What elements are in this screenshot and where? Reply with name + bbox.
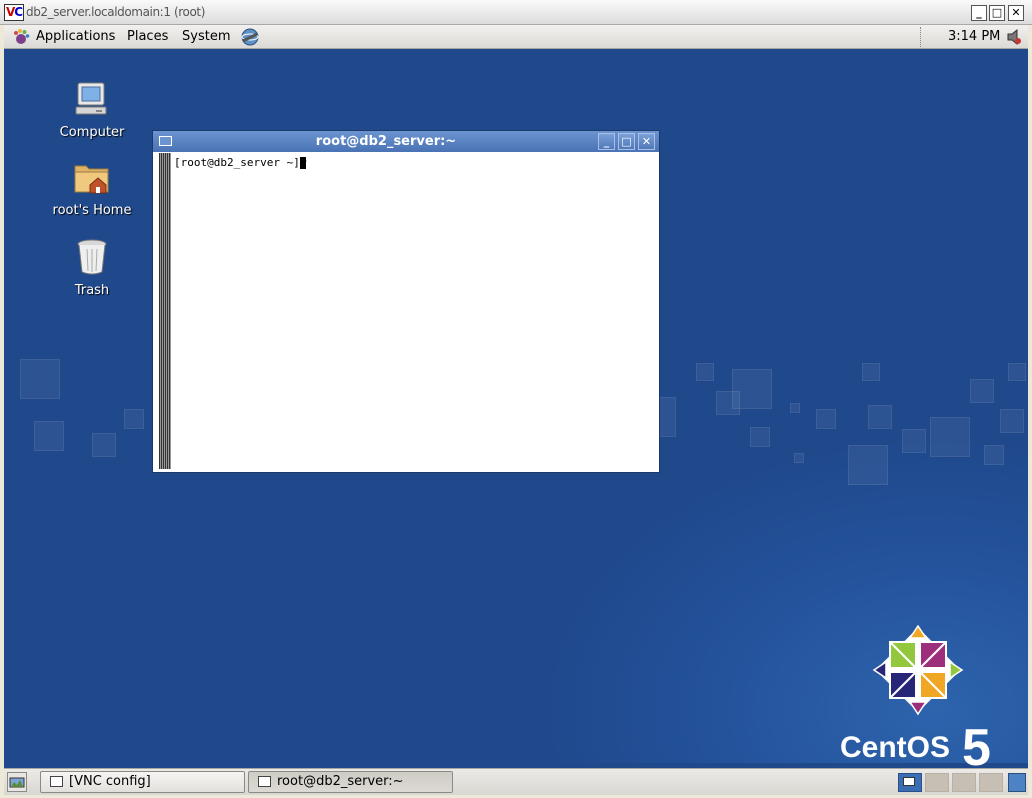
desktop-icon-trash[interactable]: Trash (42, 237, 142, 298)
task-label: root@db2_server:~ (277, 774, 404, 789)
centos-wordmark: CentOS (840, 731, 950, 764)
desktop-icon-label: Trash (74, 283, 110, 298)
terminal-minimize-button[interactable]: _ (598, 133, 615, 150)
window-icon (50, 776, 63, 787)
volume-icon[interactable] (1006, 28, 1022, 46)
shell-prompt: [root@db2_server ~]# (174, 156, 314, 169)
taskbar-task-terminal[interactable]: root@db2_server:~ (248, 771, 453, 793)
centos-version: 5 (962, 719, 991, 775)
vnc-window-title: db2_server.localdomain:1 (root) (26, 5, 205, 19)
network-globe-icon[interactable] (240, 27, 260, 47)
places-menu[interactable]: Places (127, 29, 168, 44)
terminal-title: root@db2_server:~ (315, 134, 457, 149)
vnc-viewer-window: VC db2_server.localdomain:1 (root) _ □ ✕ (0, 0, 1032, 798)
vnc-minimize-button[interactable]: _ (971, 5, 987, 21)
terminal-close-button[interactable]: ✕ (638, 133, 655, 150)
gnome-foot-icon (14, 29, 30, 44)
text-cursor (300, 157, 306, 169)
terminal-body[interactable]: [root@db2_server ~]# (171, 153, 657, 471)
desktop-icon-computer[interactable]: Computer (42, 79, 142, 140)
terminal-window[interactable]: root@db2_server:~ _ □ ✕ [root@db2_server… (152, 130, 660, 473)
vnc-logo-icon: VC (4, 4, 24, 21)
clock[interactable]: 3:14 PM (948, 29, 1000, 44)
panel-separator (920, 27, 922, 47)
applications-menu[interactable]: Applications (36, 29, 115, 44)
vnc-maximize-button[interactable]: □ (989, 5, 1005, 21)
workspace-3[interactable] (952, 773, 976, 792)
terminal-maximize-button[interactable]: □ (618, 133, 635, 150)
trash-icon (77, 239, 107, 275)
trash-applet-icon[interactable] (1008, 773, 1026, 792)
bottom-taskbar: [VNC config] root@db2_server:~ (4, 768, 1028, 795)
show-desktop-button[interactable] (7, 772, 27, 792)
home-folder-icon (74, 165, 109, 194)
desktop-icon-label: root's Home (52, 203, 132, 218)
show-desktop-icon (9, 777, 25, 788)
computer-icon (75, 82, 107, 115)
vnc-title-bar[interactable]: VC db2_server.localdomain:1 (root) _ □ ✕ (0, 0, 1032, 25)
workspace-2[interactable] (925, 773, 949, 792)
top-panel: Applications Places System 3:14 PM (4, 25, 1028, 49)
terminal-title-bar[interactable]: root@db2_server:~ _ □ ✕ (153, 131, 659, 152)
centos-logo: CentOS 5 (840, 625, 991, 775)
workspace-4[interactable] (979, 773, 1003, 792)
desktop-icon-label: Computer (59, 125, 125, 140)
vnc-close-button[interactable]: ✕ (1008, 5, 1024, 21)
window-icon (258, 776, 271, 787)
workspace-1[interactable] (898, 773, 922, 792)
task-label: [VNC config] (69, 774, 151, 789)
terminal-scrollbar[interactable] (159, 153, 171, 469)
remote-desktop-screen: Computer root's Home Trash CentOS 5 Appl… (4, 25, 1028, 795)
system-menu[interactable]: System (182, 29, 230, 44)
taskbar-task-vnc-config[interactable]: [VNC config] (40, 771, 245, 793)
desktop-icon-home[interactable]: root's Home (42, 157, 142, 218)
